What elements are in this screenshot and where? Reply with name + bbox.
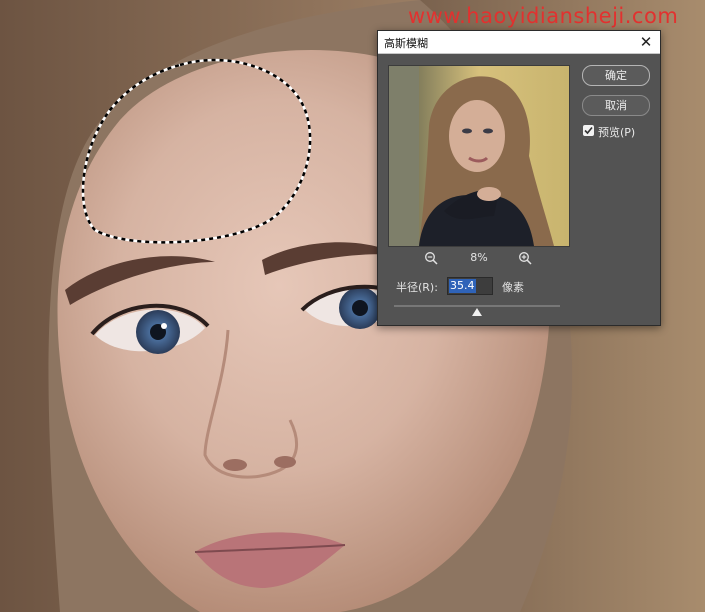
watermark-text: www.haoyidiansheji.com (408, 4, 679, 28)
zoom-in-icon[interactable] (518, 251, 532, 265)
radius-slider-track[interactable] (394, 305, 560, 307)
preview-label[interactable]: 预览(P) (598, 124, 635, 140)
radius-label: 半径(R): (396, 281, 438, 294)
preview-checkbox[interactable] (583, 125, 594, 136)
zoom-out-icon[interactable] (424, 251, 438, 265)
checkmark-icon (584, 126, 593, 135)
dialog-titlebar[interactable]: 高斯模糊 ✕ (378, 31, 660, 54)
radius-slider-thumb[interactable] (472, 308, 482, 316)
gaussian-blur-dialog: 高斯模糊 ✕ 确定 取消 预览(P) 8% 半径(R): 35.4 像素 (377, 30, 661, 326)
blur-preview-image[interactable] (388, 65, 570, 247)
radius-unit-label: 像素 (502, 281, 524, 294)
close-icon[interactable]: ✕ (636, 32, 656, 52)
zoom-level: 8% (470, 251, 488, 264)
cancel-button[interactable]: 取消 (582, 95, 650, 116)
ok-button[interactable]: 确定 (582, 65, 650, 86)
radius-value: 35.4 (449, 279, 476, 293)
dialog-title: 高斯模糊 (384, 37, 428, 50)
radius-input[interactable]: 35.4 (447, 277, 493, 295)
